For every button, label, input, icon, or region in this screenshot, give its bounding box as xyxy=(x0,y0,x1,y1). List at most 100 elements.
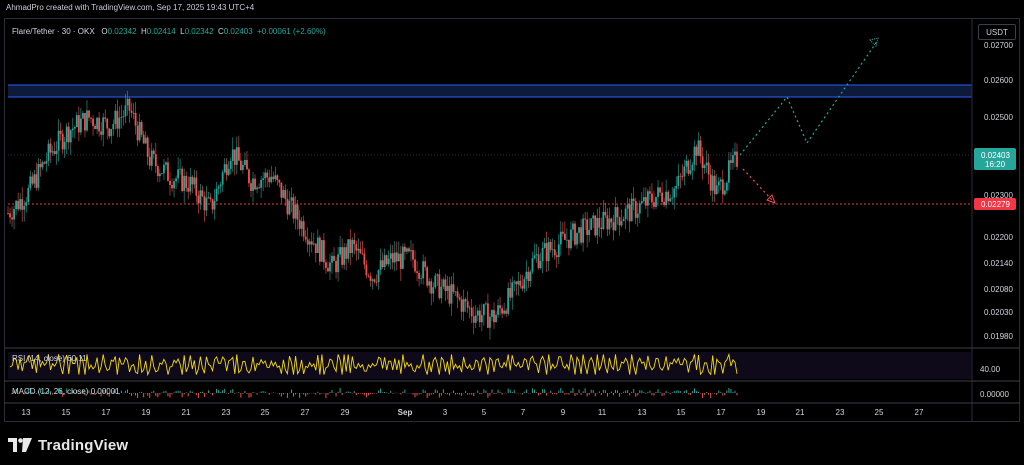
candle-body xyxy=(470,307,473,317)
candle-body xyxy=(383,255,386,268)
macd-bar xyxy=(574,393,576,396)
macd-bar xyxy=(195,393,197,396)
candle-body xyxy=(523,279,526,289)
macd-bar xyxy=(641,390,643,393)
candle-body xyxy=(436,274,439,276)
macd-bar xyxy=(357,393,359,394)
candle-body xyxy=(146,137,149,157)
macd-bar xyxy=(252,392,254,393)
macd-bar xyxy=(317,391,319,393)
macd-bar xyxy=(659,392,661,393)
macd-bar xyxy=(708,393,710,395)
macd-bar xyxy=(355,393,357,396)
macd-bar xyxy=(331,389,333,393)
candle-body xyxy=(258,187,260,189)
price-tick: 0.02030 xyxy=(984,308,1013,317)
macd-bar xyxy=(679,391,681,393)
macd-bar xyxy=(240,393,242,398)
candle-body xyxy=(254,178,256,190)
macd-bar xyxy=(675,390,677,393)
candle-body xyxy=(452,284,455,292)
candle-body xyxy=(632,198,635,201)
time-tick: 9 xyxy=(561,408,566,417)
time-tick: 17 xyxy=(102,408,111,417)
macd-bar xyxy=(141,391,143,393)
candle-body xyxy=(270,176,273,183)
macd-bar xyxy=(734,390,736,393)
candle-body xyxy=(677,175,680,186)
macd-bar xyxy=(540,393,542,395)
macd-bar xyxy=(610,391,612,393)
price-tick: 0.01980 xyxy=(984,332,1013,341)
candle-body xyxy=(337,254,339,273)
candle-body xyxy=(497,305,499,315)
price-chart[interactable]: 0.02700 0.02600 0.02500 0.02300 0.02200 … xyxy=(0,0,1024,465)
candle-body xyxy=(296,204,299,220)
candle-body xyxy=(604,211,607,216)
candle-body xyxy=(634,200,637,218)
candle-body xyxy=(323,240,325,263)
candle-body xyxy=(100,131,103,135)
macd-bar xyxy=(643,391,645,393)
price-tick: 0.02700 xyxy=(984,41,1013,50)
candle-body xyxy=(225,164,228,175)
candle-body xyxy=(535,254,538,256)
candle-body xyxy=(387,258,390,265)
candle-body xyxy=(57,130,60,151)
candle-body xyxy=(260,179,263,188)
candle-body xyxy=(278,179,281,183)
macd-bar xyxy=(560,388,562,393)
macd-bar xyxy=(617,390,619,393)
candle-body xyxy=(568,239,570,249)
candle-body xyxy=(329,262,331,272)
candle-body xyxy=(63,142,66,150)
macd-bar xyxy=(390,390,392,393)
macd-bar xyxy=(347,391,349,393)
candle-body xyxy=(229,161,232,169)
macd-bar xyxy=(661,393,663,396)
macd-bar xyxy=(440,393,442,396)
macd-bar xyxy=(430,393,432,395)
macd-bar xyxy=(629,393,631,396)
macd-bar xyxy=(621,393,623,394)
candle-body xyxy=(513,281,516,283)
macd-bar xyxy=(491,389,493,393)
macd-bar xyxy=(380,388,382,393)
macd-bar xyxy=(467,393,469,395)
candle-body xyxy=(426,267,429,286)
candle-body xyxy=(732,155,734,163)
candle-body xyxy=(357,248,360,251)
candle-body xyxy=(246,159,248,170)
macd-bar xyxy=(495,393,497,394)
macd-bar xyxy=(554,393,556,395)
macd-bar xyxy=(647,391,649,393)
candle-body xyxy=(242,164,244,171)
macd-bar xyxy=(416,393,418,396)
time-tick: 19 xyxy=(757,408,766,417)
time-tick: 23 xyxy=(836,408,845,417)
macd-bar xyxy=(230,390,232,393)
macd-bar xyxy=(556,393,558,395)
candle-body xyxy=(539,261,542,269)
macd-bar xyxy=(207,390,209,393)
candle-body xyxy=(598,217,601,228)
candle-body xyxy=(349,239,352,254)
candle-body xyxy=(499,305,501,309)
candle-body xyxy=(416,271,418,273)
macd-bar xyxy=(594,393,596,397)
macd-bar xyxy=(639,390,641,393)
candle-body xyxy=(94,125,96,130)
candle-body xyxy=(408,248,410,252)
macd-bar xyxy=(683,391,685,393)
candle-body xyxy=(610,218,613,223)
macd-bar xyxy=(602,389,604,393)
candle-body xyxy=(371,279,374,281)
macd-bar xyxy=(499,391,501,393)
macd-bar xyxy=(633,388,635,393)
macd-bar xyxy=(278,393,280,395)
candle-body xyxy=(17,200,20,210)
macd-bar xyxy=(272,392,274,393)
candle-body xyxy=(428,281,431,286)
macd-bar xyxy=(293,393,295,397)
candle-body xyxy=(316,237,319,253)
